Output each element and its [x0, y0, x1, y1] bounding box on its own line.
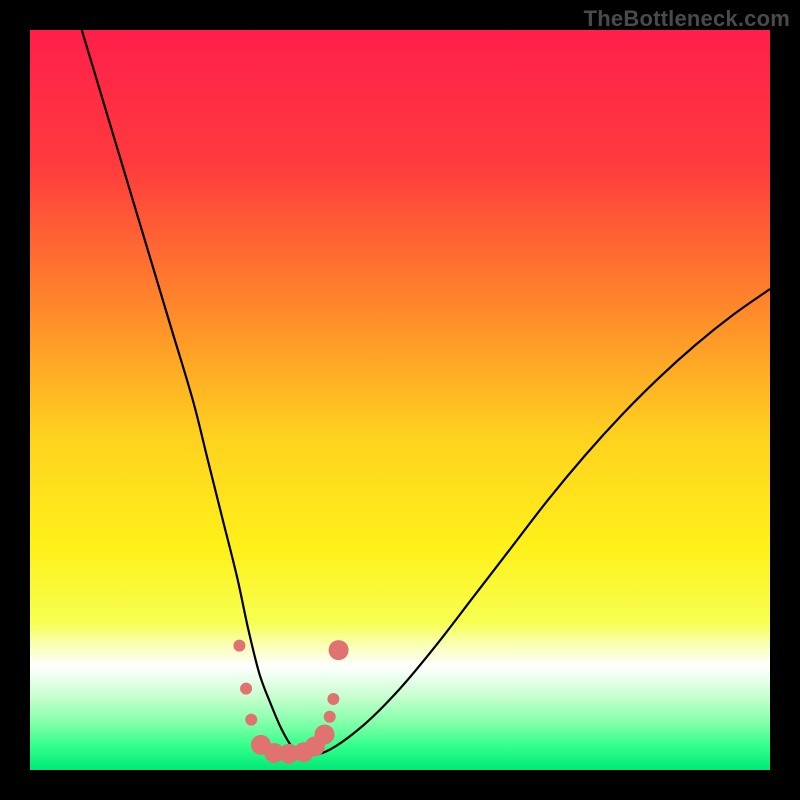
trough-marker — [240, 683, 252, 695]
trough-marker — [327, 693, 339, 705]
trough-marker — [233, 640, 245, 652]
bottleneck-chart — [30, 30, 770, 770]
trough-marker — [329, 640, 349, 660]
trough-marker — [315, 724, 335, 744]
gradient-background — [30, 30, 770, 770]
watermark-text: TheBottleneck.com — [584, 6, 790, 32]
trough-marker — [245, 714, 257, 726]
plot-area — [30, 30, 770, 770]
chart-frame: TheBottleneck.com — [0, 0, 800, 800]
trough-marker — [324, 711, 336, 723]
